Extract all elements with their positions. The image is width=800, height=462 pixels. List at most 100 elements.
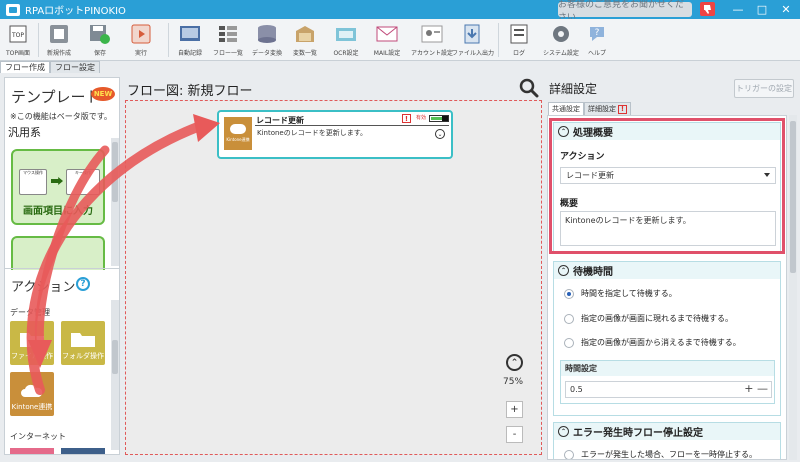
section-wait-time: ⌃ 待機時間 時間を指定して待機する。 指定の画像が画面に現れるまで待機する。 指… <box>553 261 781 416</box>
enable-toggle[interactable] <box>429 115 449 122</box>
tab-flow-settings[interactable]: フロー設定 <box>50 61 100 73</box>
system-settings-button[interactable]: システム設定 <box>543 22 579 59</box>
keyboard-icon: キー操作 <box>66 169 100 195</box>
search-icon[interactable] <box>519 78 539 98</box>
account-icon <box>418 22 446 46</box>
ocr-settings-button[interactable]: OCR設定 <box>332 22 360 59</box>
svg-text:TOP: TOP <box>11 32 24 39</box>
action-title: アクション <box>11 280 76 295</box>
toolbar: TOP TOP画面 新規作成 保存 実行 自動記録 フロー一覧 データ変換 変数… <box>0 19 800 61</box>
folder-icon <box>20 333 44 347</box>
variable-list-icon <box>291 22 319 46</box>
action-scrollbar[interactable] <box>111 300 119 450</box>
section-error-stop: ⌃ エラー発生時フロー停止設定 エラーが発生した場合、フローを一時停止する。 <box>553 422 781 459</box>
radio-wait-time[interactable]: 時間を指定して待機する。 <box>564 288 677 299</box>
section-header-error[interactable]: ⌃ エラー発生時フロー停止設定 <box>554 423 780 440</box>
warning-icon: ! <box>618 104 627 114</box>
detail-title: 詳細設定 <box>549 82 598 96</box>
arrow-right-icon <box>51 177 63 185</box>
flow-list-button[interactable]: フロー一覧 <box>213 22 243 59</box>
template-category: 汎用系 <box>8 126 41 139</box>
top-screen-button[interactable]: TOP TOP画面 <box>4 22 32 59</box>
tile-file-operation[interactable]: ファイル操作 <box>10 321 54 365</box>
window-title: RPAロボットPINOKIO <box>25 6 126 17</box>
data-convert-button[interactable]: データ変換 <box>252 22 282 59</box>
account-settings-button[interactable]: アカウント設定 <box>411 22 453 59</box>
save-icon <box>86 22 114 46</box>
flow-node-record-update[interactable]: Kintone連携 レコード更新 Kintoneのレコードを更新します。 ! 有… <box>217 110 453 159</box>
time-label: 時間設定 <box>561 361 774 376</box>
zoom-level: 75% <box>503 377 524 387</box>
minimize-button[interactable]: — <box>726 0 750 19</box>
main-tabs: フロー作成 フロー設定 <box>0 61 100 73</box>
checkbox-error-pause[interactable]: エラーが発生した場合、フローを一時停止する。 <box>564 449 757 459</box>
thumbs-down-icon[interactable] <box>700 2 715 16</box>
mail-settings-button[interactable]: MAIL設定 <box>373 22 401 59</box>
node-description: Kintoneのレコードを更新します。 <box>257 129 368 137</box>
help-button[interactable]: ? ヘルプ <box>583 22 611 59</box>
mouse-icon: マウス操作 <box>19 169 47 195</box>
close-button[interactable]: ✕ <box>774 0 798 19</box>
template-title: テンプレート <box>11 88 101 106</box>
svg-text:?: ? <box>595 28 600 38</box>
beta-note: ※この機能はベータ版です。 <box>10 112 112 121</box>
radio-icon <box>564 449 574 459</box>
new-icon <box>45 22 73 46</box>
radio-selected-icon <box>564 288 574 299</box>
app-logo-icon <box>6 3 20 16</box>
maximize-button[interactable]: □ <box>750 0 774 19</box>
tab-flow-create[interactable]: フロー作成 <box>0 61 50 73</box>
help-icon[interactable]: ? <box>76 277 90 291</box>
ocr-icon <box>332 22 360 46</box>
subcategory-internet: インターネット <box>10 432 66 441</box>
cloud-icon <box>21 384 43 397</box>
template-card-label: 画面項目に入力 <box>23 206 93 217</box>
zoom-out-button[interactable]: - <box>506 426 523 443</box>
kintone-icon: Kintone連携 <box>224 117 252 150</box>
enabled-label: 有効 <box>416 115 427 121</box>
run-icon <box>127 22 155 46</box>
help-icon: ? <box>583 22 611 46</box>
record-icon <box>176 22 204 46</box>
radio-icon <box>564 337 574 348</box>
feedback-button[interactable]: お客様のご意見をお聞かせください <box>558 0 692 23</box>
radio-wait-appear[interactable]: 指定の画像が画面に現れるまで待機する。 <box>564 313 733 324</box>
flow-title: フロー図: 新規フロー <box>127 84 253 99</box>
file-io-icon <box>459 22 487 46</box>
warning-icon: ! <box>402 114 411 123</box>
template-card-input[interactable]: マウス操作 キー操作 画面項目に入力 <box>11 149 105 225</box>
zoom-in-button[interactable]: + <box>506 401 523 418</box>
chevron-up-icon: ⌃ <box>558 265 569 276</box>
chevron-up-icon: ⌃ <box>558 426 569 437</box>
section-header-wait[interactable]: ⌃ 待機時間 <box>554 262 780 279</box>
variable-list-button[interactable]: 変数一覧 <box>291 22 319 59</box>
tile-folder-operation[interactable]: フォルダ操作 <box>61 321 105 365</box>
template-scrollbar[interactable] <box>111 138 119 266</box>
radio-icon <box>564 313 574 324</box>
time-input[interactable]: 0.5 <box>565 381 772 398</box>
time-settings: 時間設定 0.5 + — <box>560 360 775 404</box>
new-button[interactable]: 新規作成 <box>45 22 73 59</box>
run-button[interactable]: 実行 <box>127 22 155 59</box>
flow-canvas[interactable]: Kintone連携 レコード更新 Kintoneのレコードを更新します。 ! 有… <box>125 100 542 455</box>
chevron-down-icon[interactable]: ⌄ <box>435 129 445 139</box>
folder-icon <box>71 333 95 347</box>
file-io-button[interactable]: ファイル入出力 <box>452 22 494 59</box>
tab-common-settings[interactable]: 共通設定 <box>548 102 584 115</box>
trigger-settings-button[interactable]: トリガーの設定 <box>734 79 794 98</box>
tab-detail-settings[interactable]: 詳細設定! <box>584 102 631 115</box>
mail-icon <box>373 22 401 46</box>
flow-list-icon <box>214 22 242 46</box>
save-button[interactable]: 保存 <box>86 22 114 59</box>
tile-kintone[interactable]: Kintone連携 <box>10 372 54 416</box>
template-card-next[interactable] <box>11 236 105 270</box>
radio-wait-disappear[interactable]: 指定の画像が画面から消えるまで待機する。 <box>564 337 741 348</box>
log-button[interactable]: ログ <box>505 22 533 59</box>
stepper-icon[interactable]: + — <box>744 382 768 395</box>
auto-record-button[interactable]: 自動記録 <box>176 22 204 59</box>
left-panel: テンプレート NEW ※この機能はベータ版です。 汎用系 マウス操作 キー操作 … <box>4 77 120 455</box>
chevron-up-icon[interactable]: ⌃ <box>506 354 523 371</box>
new-badge: NEW <box>91 87 115 101</box>
gear-icon <box>547 22 575 46</box>
detail-scrollbar[interactable] <box>789 115 797 460</box>
